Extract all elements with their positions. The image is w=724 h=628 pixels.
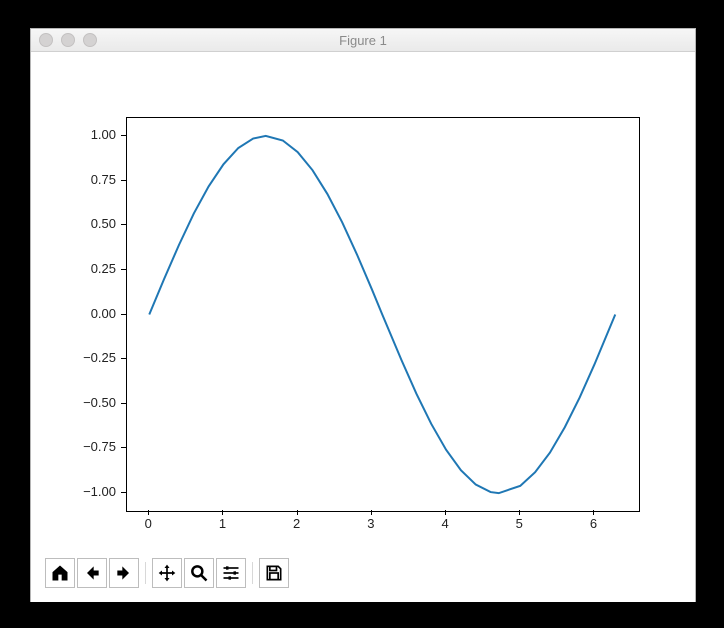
close-window-button[interactable] <box>39 33 53 47</box>
xtick-label: 6 <box>583 516 603 531</box>
figure-canvas: −1.00 −0.75 −0.50 −0.25 0.00 0.25 0.50 0.75 1.00… <box>31 52 695 602</box>
xtick-mark <box>519 510 520 515</box>
magnifier-icon <box>189 563 209 583</box>
ytick-mark <box>121 447 126 448</box>
ytick-label: 0.00 <box>66 306 116 321</box>
xtick-label: 1 <box>212 516 232 531</box>
figure-window: Figure 1 <box>30 28 696 602</box>
forward-button[interactable] <box>109 558 139 588</box>
ytick-label: 0.75 <box>66 172 116 187</box>
ytick-mark <box>121 403 126 404</box>
ytick-label: 0.25 <box>66 261 116 276</box>
zoom-button[interactable] <box>184 558 214 588</box>
ytick-label: 1.00 <box>66 127 116 142</box>
line-plot <box>127 118 639 511</box>
xtick-label: 3 <box>361 516 381 531</box>
toolbar-separator <box>252 562 253 584</box>
minimize-window-button[interactable] <box>61 33 75 47</box>
home-icon <box>50 563 70 583</box>
window-title: Figure 1 <box>31 33 695 48</box>
arrow-right-icon <box>114 563 134 583</box>
move-icon <box>157 563 177 583</box>
xtick-mark <box>148 510 149 515</box>
xtick-label: 5 <box>509 516 529 531</box>
save-icon <box>264 563 284 583</box>
ytick-mark <box>121 135 126 136</box>
save-button[interactable] <box>259 558 289 588</box>
arrow-left-icon <box>82 563 102 583</box>
axes <box>126 117 640 512</box>
sliders-icon <box>221 563 241 583</box>
pan-button[interactable] <box>152 558 182 588</box>
xtick-label: 4 <box>435 516 455 531</box>
xtick-label: 2 <box>287 516 307 531</box>
titlebar: Figure 1 <box>31 29 695 52</box>
ytick-label: −0.50 <box>66 395 116 410</box>
xtick-mark <box>593 510 594 515</box>
xtick-mark <box>371 510 372 515</box>
xtick-mark <box>222 510 223 515</box>
back-button[interactable] <box>77 558 107 588</box>
ytick-mark <box>121 314 126 315</box>
ytick-mark <box>121 269 126 270</box>
ytick-label: −0.75 <box>66 439 116 454</box>
ytick-label: −1.00 <box>66 484 116 499</box>
ytick-mark <box>121 492 126 493</box>
window-controls <box>39 33 97 47</box>
xtick-mark <box>297 510 298 515</box>
ytick-mark <box>121 180 126 181</box>
configure-button[interactable] <box>216 558 246 588</box>
toolbar-separator <box>145 562 146 584</box>
xtick-label: 0 <box>138 516 158 531</box>
ytick-label: −0.25 <box>66 350 116 365</box>
ytick-mark <box>121 358 126 359</box>
ytick-mark <box>121 224 126 225</box>
xtick-mark <box>445 510 446 515</box>
zoom-window-button[interactable] <box>83 33 97 47</box>
series-line <box>149 136 615 493</box>
home-button[interactable] <box>45 558 75 588</box>
ytick-label: 0.50 <box>66 216 116 231</box>
navigation-toolbar <box>45 558 289 588</box>
